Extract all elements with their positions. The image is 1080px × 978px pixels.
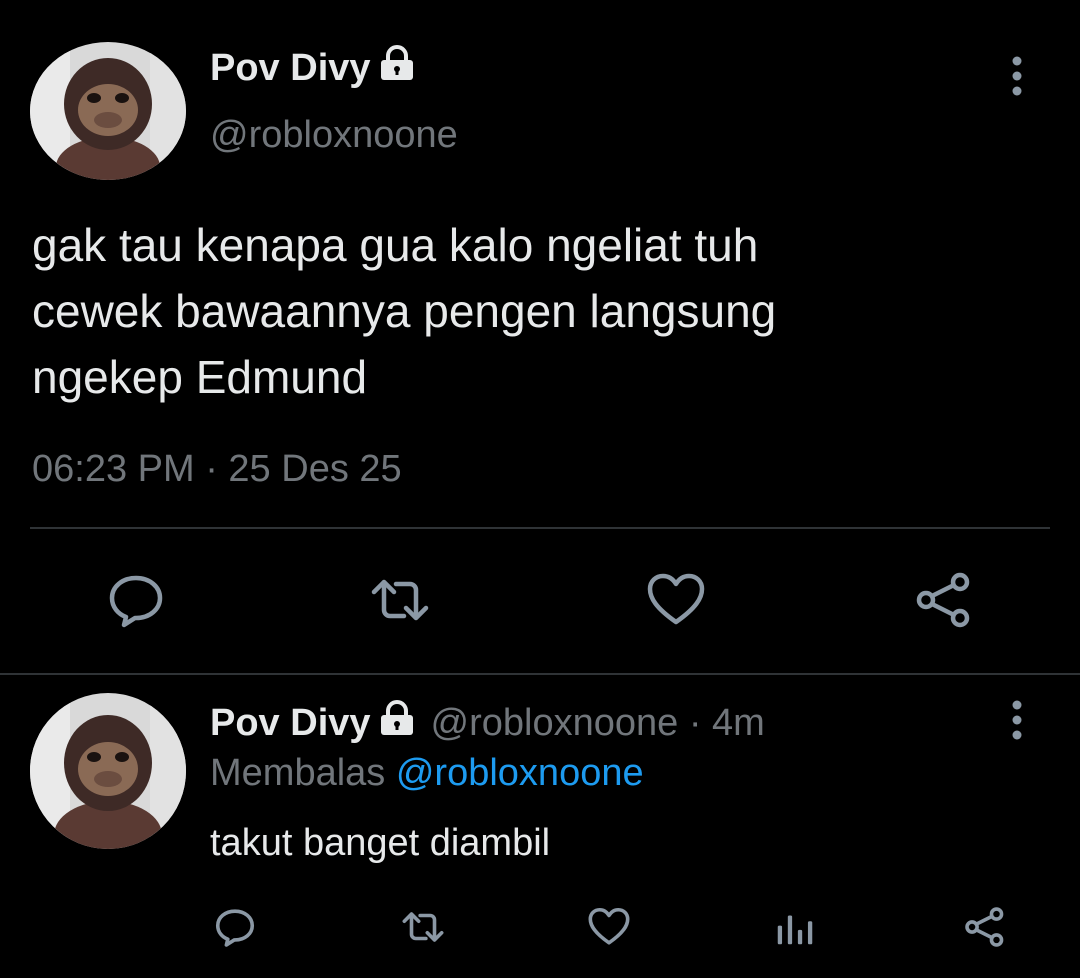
author-name-text: Pov Divy [210, 46, 371, 89]
monkey-avatar-icon [30, 693, 186, 849]
divider [30, 527, 1050, 529]
lock-icon [377, 45, 417, 91]
thread-divider [0, 673, 1080, 675]
tweet-text: gak tau kenapa gua kalo ngeliat tuh cewe… [32, 219, 777, 403]
lock-icon [377, 700, 417, 746]
like-icon[interactable] [644, 568, 708, 632]
reply-handle-time[interactable]: @robloxnoone · 4m [431, 702, 765, 745]
analytics-icon[interactable] [772, 904, 818, 950]
retweet-icon[interactable] [400, 904, 446, 950]
share-icon[interactable] [912, 568, 976, 632]
reply-text: takut banget diambil [210, 822, 551, 864]
author-handle[interactable]: @robloxnoone [210, 114, 458, 157]
share-icon[interactable] [962, 904, 1008, 950]
replying-to-prefix: Membalas [210, 752, 386, 794]
replying-to: Membalas @robloxnoone [210, 752, 644, 795]
more-options-icon[interactable] [1011, 700, 1023, 740]
retweet-icon[interactable] [368, 568, 432, 632]
reply-icon[interactable] [104, 568, 168, 632]
author-name[interactable]: Pov Divy [210, 45, 417, 91]
author-avatar[interactable] [30, 42, 186, 180]
like-icon[interactable] [586, 904, 632, 950]
monkey-avatar-icon [30, 42, 186, 180]
more-options-icon[interactable] [1011, 56, 1023, 96]
reply-header: Pov Divy @robloxnoone · 4m [210, 700, 765, 746]
tweet-timestamp[interactable]: 06:23 PM · 25 Des 25 [32, 448, 402, 491]
reply-author-name[interactable]: Pov Divy [210, 702, 371, 745]
reply-icon[interactable] [212, 904, 258, 950]
replying-to-mention[interactable]: @robloxnoone [396, 752, 644, 794]
reply-author-avatar[interactable] [30, 693, 186, 849]
